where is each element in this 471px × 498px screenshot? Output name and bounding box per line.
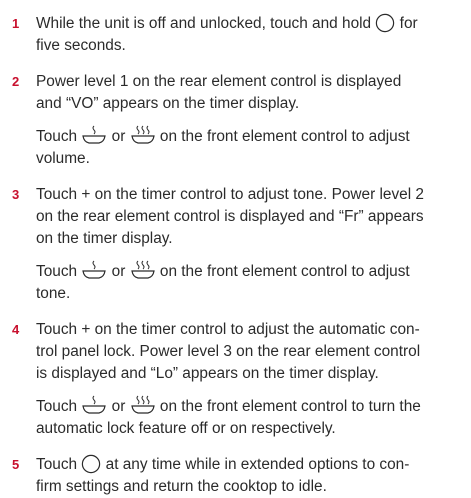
step-text: Power level 1 on the rear element contro… (36, 73, 402, 112)
step-subtext: Touch or on the front element control to… (36, 125, 471, 170)
high-heat-pot-icon (130, 260, 155, 279)
step-number: 2 (12, 74, 20, 89)
step-number: 4 (12, 322, 20, 337)
step-text: Touch + on the timer control to adjust t… (36, 186, 424, 247)
step-text: While the unit is off and unlocked, touc… (36, 13, 418, 54)
low-heat-pot-icon (82, 260, 107, 279)
power-circle-icon (376, 13, 395, 33)
low-heat-pot-icon (82, 395, 107, 414)
step-3: 3 Touch + on the timer control to adjust… (0, 184, 471, 305)
high-heat-pot-icon (130, 125, 155, 144)
step-2: 2 Power level 1 on the rear element cont… (0, 71, 471, 170)
high-heat-pot-icon (130, 395, 155, 414)
step-text: Touch at any time while in extended opti… (36, 454, 410, 495)
step-1: 1 While the unit is off and unlocked, to… (0, 13, 471, 57)
power-circle-icon (82, 454, 101, 474)
step-number: 3 (12, 187, 20, 202)
step-subtext: Touch or on the front element control to… (36, 260, 471, 305)
step-number: 1 (12, 16, 20, 31)
step-4: 4 Touch + on the timer control to adjust… (0, 319, 471, 440)
step-text: Touch + on the timer control to adjust t… (36, 321, 421, 382)
step-subtext: Touch or on the front element control to… (36, 395, 471, 440)
instruction-steps: 1 While the unit is off and unlocked, to… (0, 0, 471, 498)
step-5: 5 Touch at any time while in extended op… (0, 454, 471, 498)
low-heat-pot-icon (82, 125, 107, 144)
step-number: 5 (12, 457, 20, 472)
